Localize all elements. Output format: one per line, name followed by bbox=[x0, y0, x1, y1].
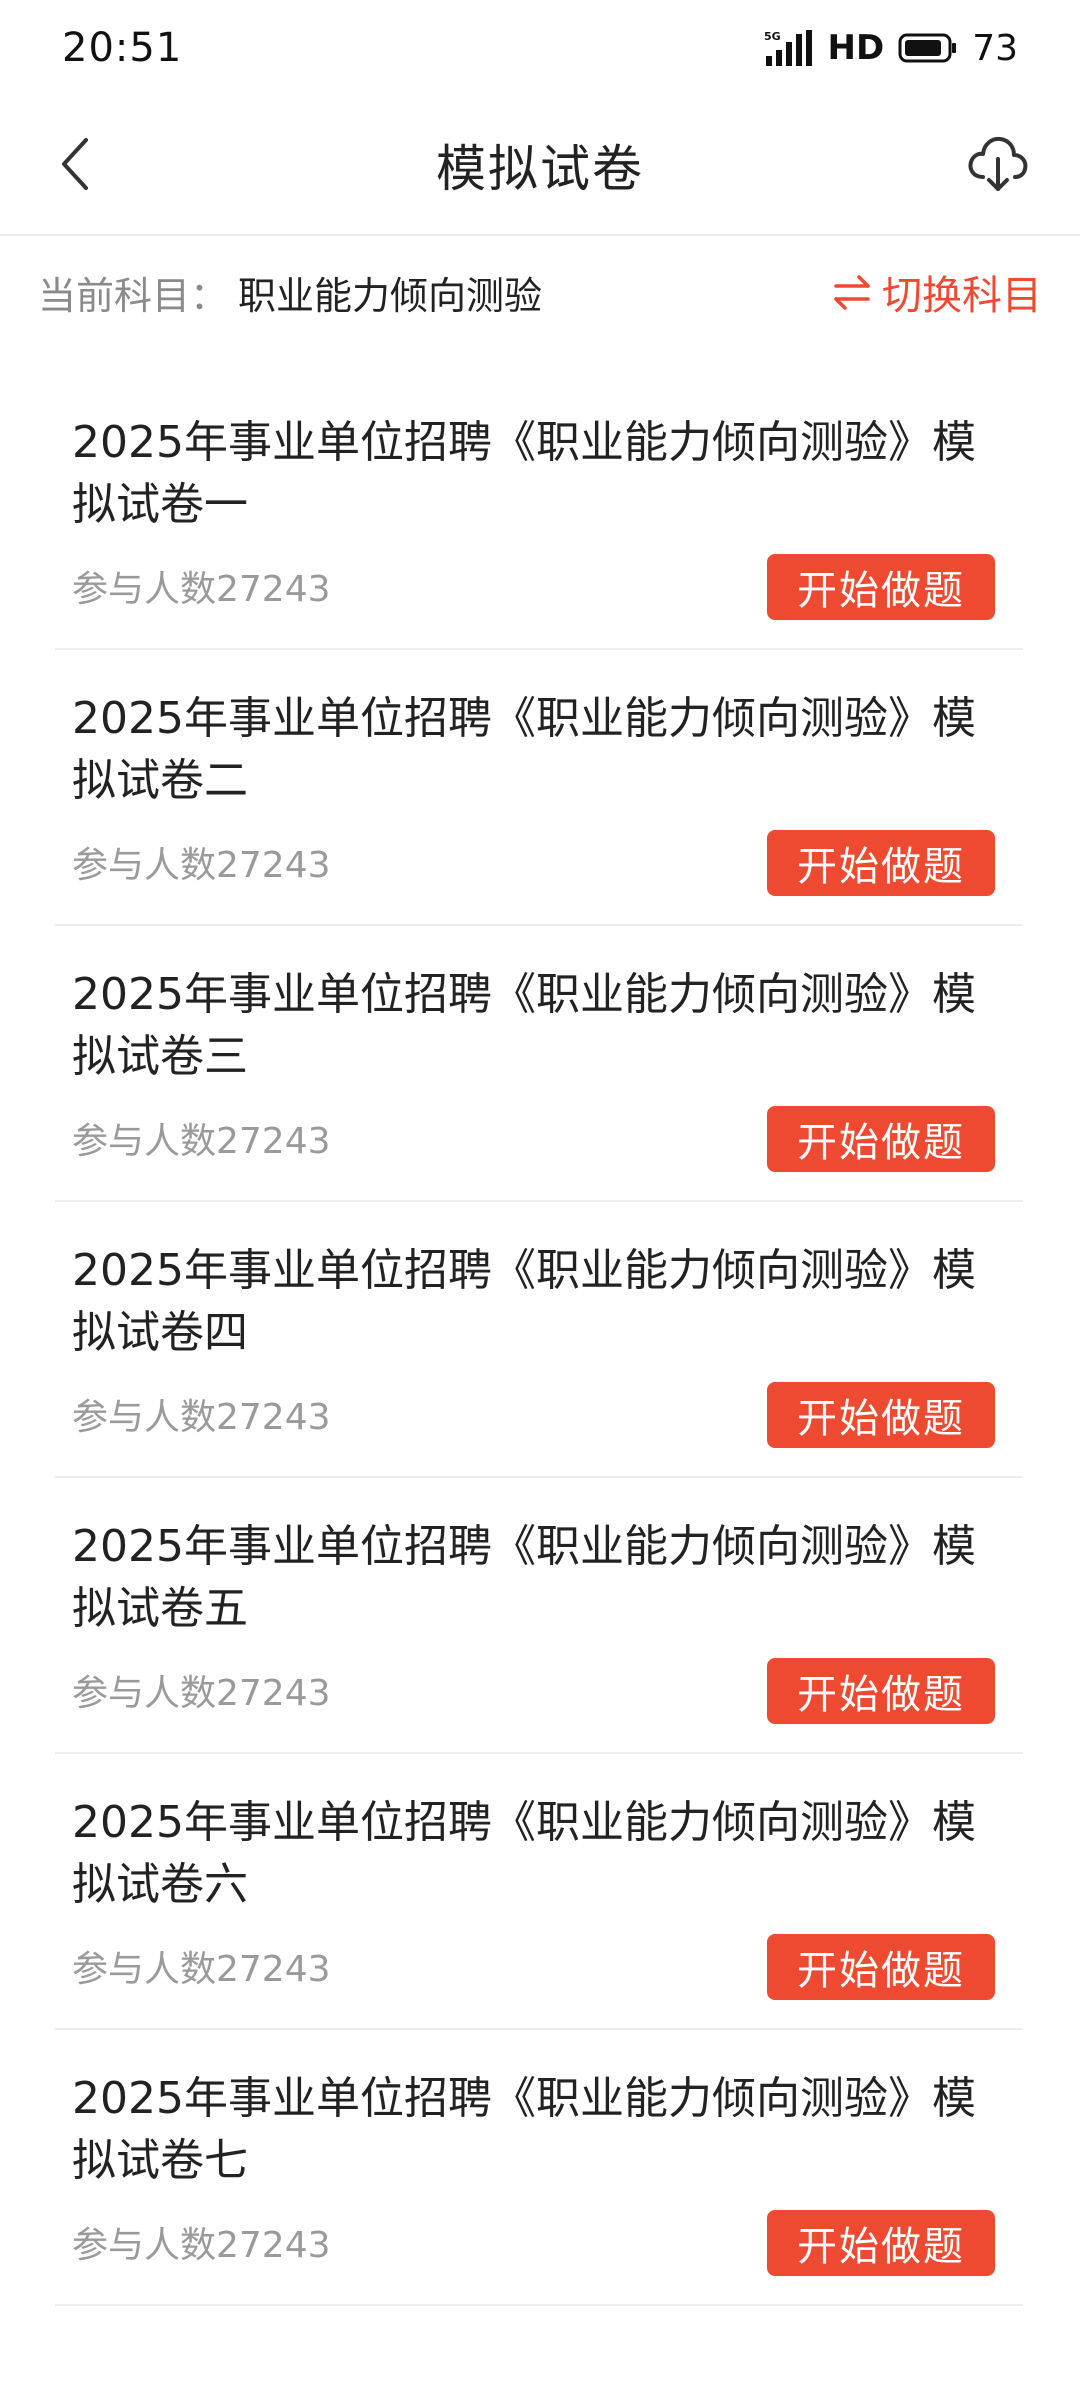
battery-icon bbox=[898, 31, 958, 65]
exam-title: 2025年事业单位招聘《职业能力倾向测验》模拟试卷一 bbox=[72, 417, 976, 530]
status-bar: 20:51 5G HD 73 bbox=[0, 0, 1080, 96]
list-item[interactable]: 2025年事业单位招聘《职业能力倾向测验》模拟试卷四 参与人数27243 开始做… bbox=[55, 1202, 1023, 1478]
start-button[interactable]: 开始做题 bbox=[767, 2210, 995, 2276]
header: 模拟试卷 bbox=[0, 96, 1080, 236]
5g-signal-icon: 5G bbox=[764, 28, 814, 68]
cloud-download-icon bbox=[965, 131, 1031, 201]
network-type: HD bbox=[827, 28, 885, 68]
list-item[interactable]: 2025年事业单位招聘《职业能力倾向测验》模拟试卷七 参与人数27243 开始做… bbox=[55, 2030, 1023, 2306]
list-item[interactable]: 2025年事业单位招聘《职业能力倾向测验》模拟试卷五 参与人数27243 开始做… bbox=[55, 1478, 1023, 1754]
switch-subject-button[interactable]: 切换科目 bbox=[832, 263, 1042, 321]
start-button[interactable]: 开始做题 bbox=[767, 1658, 995, 1724]
switch-subject-label: 切换科目 bbox=[882, 273, 1042, 319]
exam-participants: 参与人数27243 bbox=[72, 845, 331, 886]
exam-title: 2025年事业单位招聘《职业能力倾向测验》模拟试卷五 bbox=[72, 1521, 976, 1634]
list-item[interactable]: 2025年事业单位招聘《职业能力倾向测验》模拟试卷六 参与人数27243 开始做… bbox=[55, 1754, 1023, 2030]
exam-participants: 参与人数27243 bbox=[72, 1949, 331, 1990]
start-button[interactable]: 开始做题 bbox=[767, 1106, 995, 1172]
page-title: 模拟试卷 bbox=[436, 140, 644, 198]
start-button[interactable]: 开始做题 bbox=[767, 1382, 995, 1448]
start-button[interactable]: 开始做题 bbox=[767, 554, 995, 620]
subject-label: 当前科目： bbox=[38, 273, 229, 318]
swap-arrows-icon bbox=[832, 272, 872, 312]
svg-text:5G: 5G bbox=[764, 30, 781, 43]
subject-value: 职业能力倾向测验 bbox=[238, 273, 543, 318]
exam-title: 2025年事业单位招聘《职业能力倾向测验》模拟试卷四 bbox=[72, 1245, 976, 1358]
start-button[interactable]: 开始做题 bbox=[767, 1934, 995, 2000]
back-button[interactable] bbox=[36, 126, 116, 206]
exam-participants: 参与人数27243 bbox=[72, 1397, 331, 1438]
list-item[interactable]: 2025年事业单位招聘《职业能力倾向测验》模拟试卷一 参与人数27243 开始做… bbox=[55, 374, 1023, 650]
start-button[interactable]: 开始做题 bbox=[767, 830, 995, 896]
exam-participants: 参与人数27243 bbox=[72, 1673, 331, 1714]
subject-row: 当前科目： 职业能力倾向测验 切换科目 bbox=[0, 236, 1080, 348]
list-item[interactable]: 2025年事业单位招聘《职业能力倾向测验》模拟试卷三 参与人数27243 开始做… bbox=[55, 926, 1023, 1202]
status-time: 20:51 bbox=[62, 25, 183, 71]
exam-participants: 参与人数27243 bbox=[72, 1121, 331, 1162]
status-indicators: 5G HD 73 bbox=[764, 28, 1019, 69]
chevron-left-icon bbox=[56, 134, 96, 198]
exam-participants: 参与人数27243 bbox=[72, 2225, 331, 2266]
exam-title: 2025年事业单位招聘《职业能力倾向测验》模拟试卷三 bbox=[72, 969, 976, 1082]
exam-participants: 参与人数27243 bbox=[72, 569, 331, 610]
exam-title: 2025年事业单位招聘《职业能力倾向测验》模拟试卷六 bbox=[72, 1797, 976, 1910]
exam-title: 2025年事业单位招聘《职业能力倾向测验》模拟试卷二 bbox=[72, 693, 976, 806]
download-button[interactable] bbox=[952, 120, 1044, 212]
list-item[interactable]: 2025年事业单位招聘《职业能力倾向测验》模拟试卷二 参与人数27243 开始做… bbox=[55, 650, 1023, 926]
exam-title: 2025年事业单位招聘《职业能力倾向测验》模拟试卷七 bbox=[72, 2073, 976, 2186]
exam-list: 2025年事业单位招聘《职业能力倾向测验》模拟试卷一 参与人数27243 开始做… bbox=[55, 374, 1023, 2306]
battery-level: 73 bbox=[972, 27, 1018, 69]
